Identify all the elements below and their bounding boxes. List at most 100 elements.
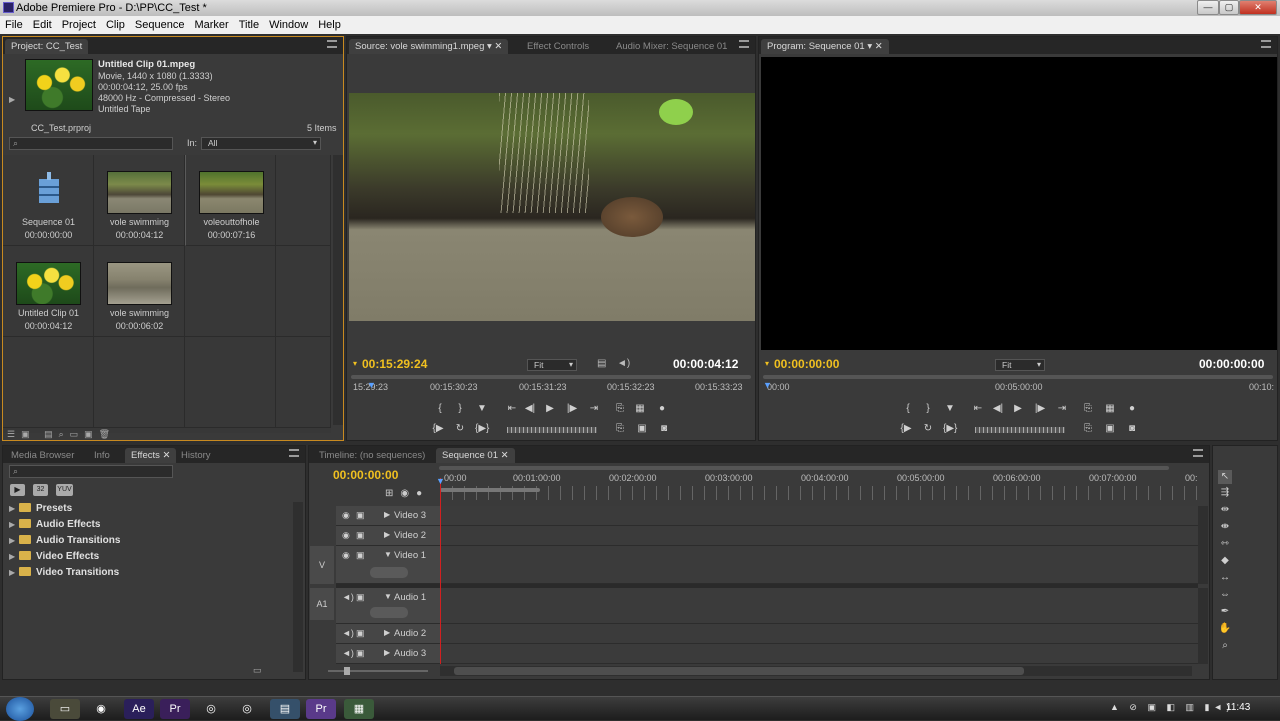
bin-item-clip[interactable]: vole swimming 00:00:04:12 <box>94 155 185 246</box>
effects-folder-audio-effects[interactable]: ▶ Audio Effects <box>9 518 100 532</box>
timeline-ruler[interactable] <box>440 486 1198 500</box>
jog-shuttle[interactable] <box>507 427 597 433</box>
eye-icon[interactable]: ◉ <box>342 550 350 561</box>
pen-tool-icon[interactable]: ✒ <box>1218 605 1232 619</box>
expand-icon[interactable]: ▶ <box>384 648 390 657</box>
razor-tool-icon[interactable]: ◆ <box>1218 554 1232 568</box>
work-area-bar[interactable] <box>440 488 540 492</box>
close-button[interactable]: ✕ <box>1239 0 1277 15</box>
mark-in-icon[interactable]: { <box>433 403 447 415</box>
lock-icon[interactable]: ▣ <box>356 592 365 603</box>
start-button[interactable] <box>6 697 34 721</box>
overlay-clip-icon[interactable]: ▣ <box>635 423 649 435</box>
tab-timeline-empty[interactable]: Timeline: (no sequences) <box>313 448 431 463</box>
tab-program[interactable]: Program: Sequence 01 ▾ ✕ <box>761 39 889 54</box>
play-icon[interactable]: ▶ <box>543 403 557 415</box>
lock-icon[interactable]: ▣ <box>356 628 365 639</box>
speaker-icon[interactable]: ◄) <box>342 628 354 638</box>
speaker-icon[interactable]: ◄) <box>617 358 630 369</box>
track-video-2[interactable]: ◉ ▣ ▶ Video 2 <box>336 526 440 546</box>
overwrite-icon[interactable]: ▦ <box>633 403 647 415</box>
firefox-taskbar-icon[interactable]: ◉ <box>86 699 116 719</box>
panel-menu-icon[interactable] <box>289 449 299 457</box>
effects-folder-presets[interactable]: ▶ Presets <box>9 502 72 516</box>
yuv-icon[interactable]: YUV <box>56 484 73 496</box>
program-playhead[interactable]: ▼ <box>763 380 772 390</box>
zoom-slider-handle[interactable] <box>344 667 350 675</box>
expand-icon[interactable]: ▶ <box>384 510 390 519</box>
premiere-taskbar-icon[interactable]: Pr <box>160 699 190 719</box>
project-scrollbar[interactable] <box>333 155 343 425</box>
source-zoom-bar[interactable] <box>351 375 751 379</box>
effects-search-input[interactable]: ⌕ <box>9 465 173 478</box>
safe-margins-icon[interactable]: {▶} <box>943 423 957 435</box>
go-to-out-icon[interactable]: ⇥ <box>587 403 601 415</box>
panel-menu-icon[interactable] <box>739 40 749 48</box>
program-zoom-bar[interactable] <box>763 375 1273 379</box>
timeline-horizontal-scrollbar[interactable] <box>440 666 1192 676</box>
camera-icon[interactable]: ◙ <box>1125 423 1139 435</box>
export-frame-icon[interactable]: ● <box>655 403 669 415</box>
multicam-icon[interactable]: ▣ <box>1103 423 1117 435</box>
step-back-icon[interactable]: ◀| <box>991 403 1005 415</box>
loop-icon[interactable]: ↻ <box>453 423 467 435</box>
source-playhead[interactable]: ▼ <box>367 380 376 390</box>
track-lane[interactable] <box>440 526 1198 546</box>
tab-effect-controls[interactable]: Effect Controls <box>521 39 595 54</box>
play-icon[interactable]: ▶ <box>1011 403 1025 415</box>
premiere-active-taskbar-icon[interactable]: Pr <box>306 699 336 719</box>
track-audio-2[interactable]: ◄) ▣ ▶ Audio 2 <box>336 624 440 644</box>
scroll-thumb[interactable] <box>454 667 1024 675</box>
rolling-edit-tool-icon[interactable]: ⇼ <box>1218 520 1232 534</box>
bin-item-clip[interactable]: Untitled Clip 01 00:00:04:12 <box>3 246 94 337</box>
panel-menu-icon[interactable] <box>327 40 337 48</box>
chrome-taskbar-icon[interactable]: ◎ <box>232 699 262 719</box>
collapse-icon[interactable]: ▼ <box>384 592 392 601</box>
video-target-v[interactable]: V <box>310 546 334 584</box>
lock-icon[interactable]: ▣ <box>356 550 365 561</box>
speaker-icon[interactable]: ◄) <box>342 592 354 602</box>
source-current-timecode[interactable]: 00:15:29:24 <box>362 357 427 371</box>
go-to-out-icon[interactable]: ⇥ <box>1055 403 1069 415</box>
minimize-button[interactable]: — <box>1197 0 1219 15</box>
utility-taskbar-icon[interactable]: ▦ <box>344 699 374 719</box>
menu-sequence[interactable]: Sequence <box>130 16 190 34</box>
play-in-to-out-icon[interactable]: {▶ <box>431 423 445 435</box>
explorer-taskbar-icon[interactable]: ▭ <box>50 699 80 719</box>
effects-folder-video-transitions[interactable]: ▶ Video Transitions <box>9 566 119 580</box>
tab-media-browser[interactable]: Media Browser <box>5 448 80 463</box>
tab-info[interactable]: Info <box>88 448 116 463</box>
effects-scrollbar[interactable] <box>293 502 303 672</box>
program-fit-dropdown[interactable]: Fit <box>995 359 1045 371</box>
track-lane[interactable] <box>440 546 1198 584</box>
in-dropdown[interactable]: All <box>201 137 321 150</box>
mark-out-icon[interactable]: } <box>921 403 935 415</box>
menu-marker[interactable]: Marker <box>189 16 233 34</box>
window-taskbar-icon[interactable]: ▤ <box>270 699 300 719</box>
project-search-input[interactable]: ⌕ <box>9 137 173 150</box>
track-audio-1[interactable]: ◄) ▣ ▼ Audio 1 <box>336 588 440 624</box>
extract-icon[interactable]: ▦ <box>1103 403 1117 415</box>
track-lane[interactable] <box>440 624 1198 644</box>
program-current-timecode[interactable]: 00:00:00:00 <box>774 357 839 371</box>
effects-folder-video-effects[interactable]: ▶ Video Effects <box>9 550 99 564</box>
marker-icon[interactable]: ▼ <box>943 403 957 415</box>
step-forward-icon[interactable]: |▶ <box>1033 403 1047 415</box>
video-tracks-scrollbar[interactable] <box>1198 506 1208 584</box>
audio-tracks-scrollbar[interactable] <box>1198 588 1208 664</box>
go-to-in-icon[interactable]: ⇤ <box>505 403 519 415</box>
system-tray[interactable]: ▲ ⊘ ▣ ◧ ▥ ▮◄) <box>1110 702 1233 713</box>
eye-icon[interactable]: ◉ <box>342 530 350 541</box>
output-icon[interactable]: ▤ <box>597 358 606 369</box>
mark-in-icon[interactable]: { <box>901 403 915 415</box>
tab-project[interactable]: Project: CC_Test <box>5 39 89 54</box>
collapse-icon[interactable]: ▼ <box>384 550 392 559</box>
track-video-1[interactable]: ◉ ▣ ▼ Video 1 <box>336 546 440 584</box>
speaker-icon[interactable]: ◄) <box>342 648 354 658</box>
panel-menu-icon[interactable] <box>1261 40 1271 48</box>
mark-out-icon[interactable]: } <box>453 403 467 415</box>
menu-window[interactable]: Window <box>264 16 313 34</box>
selection-tool-icon[interactable]: ↖ <box>1218 470 1232 484</box>
bin-item-clip[interactable]: voleouttofhole 00:00:07:16 <box>185 155 276 246</box>
32-bit-icon[interactable]: 32 <box>33 484 48 496</box>
